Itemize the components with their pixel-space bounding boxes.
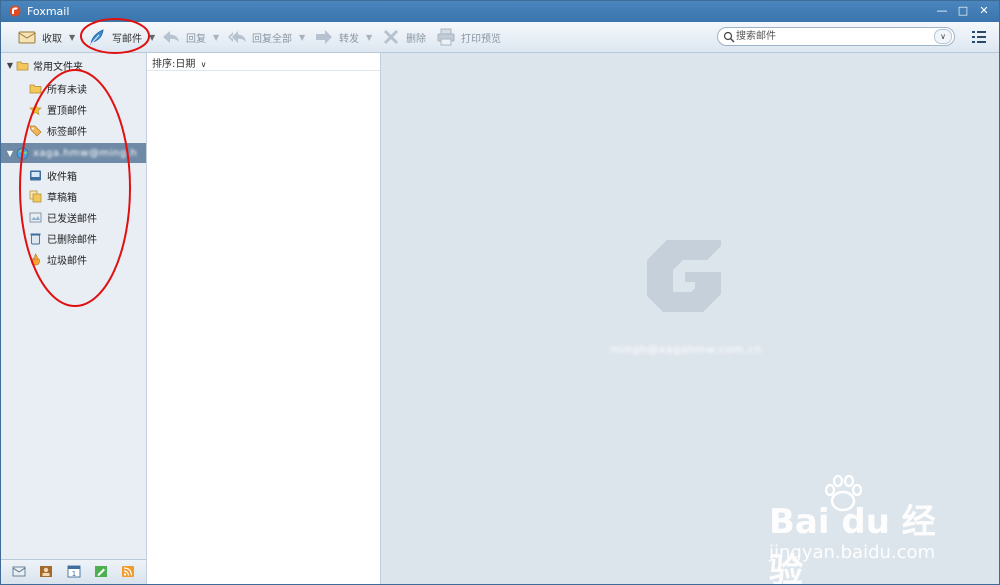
sidebar-item-all-unread[interactable]: 所有未读 [29, 78, 87, 98]
reply-label: 回复 [186, 33, 206, 45]
envelope-icon [18, 31, 36, 44]
foxmail-g-logo-icon [647, 240, 721, 312]
chevron-down-icon[interactable]: ▼ [366, 33, 372, 42]
delete-x-icon [383, 29, 399, 45]
foxmail-logo-icon [9, 5, 21, 17]
drafts-icon [29, 190, 42, 202]
calendar-icon[interactable]: 1 [67, 565, 81, 578]
watermark-brand: Bai du 经验 [769, 502, 936, 585]
delete-button[interactable]: 删除 [381, 25, 426, 49]
mail-view-icon[interactable] [12, 565, 26, 578]
baidu-jingyan-watermark: Bai du 经验 jingyan.baidu.com [769, 474, 969, 584]
minimize-button[interactable]: — [933, 4, 951, 18]
expand-triangle-icon[interactable]: ▼ [4, 149, 16, 158]
rss-feed-icon[interactable] [121, 565, 135, 578]
search-icon [723, 31, 735, 43]
forward-button[interactable]: 转发 ▼ [314, 25, 372, 49]
search-options-chevron-icon[interactable]: ∨ [934, 29, 952, 44]
sidebar-bottom-bar: 1 [1, 559, 146, 584]
close-button[interactable]: ✕ [975, 4, 993, 18]
sidebar-item-spam[interactable]: 垃圾邮件 [29, 249, 87, 269]
account-group[interactable]: ▼ xaga.hmw@ming.h [1, 143, 146, 163]
forward-arrow-icon [316, 30, 332, 44]
expand-triangle-icon[interactable]: ▼ [4, 61, 16, 70]
account-email: mingh@xagahmw.com.cn [610, 343, 762, 356]
reply-arrow-icon [163, 31, 179, 43]
sort-by-date-dropdown[interactable]: 排序:日期 ∨ [152, 55, 206, 70]
preview-pane: mingh@xagahmw.com.cn Bai du 经验 jingyan.b… [381, 53, 999, 584]
sidebar-item-tagged[interactable]: 标签邮件 [29, 120, 87, 140]
foxmail-window: Foxmail — □ ✕ 收取 ▼ 写邮件 ▼ 回复 ▼ 回复全部 ▼ 转发 … [0, 0, 1000, 585]
print-preview-label: 打印预览 [461, 33, 501, 45]
star-icon [29, 102, 42, 115]
tag-icon [29, 125, 42, 136]
sidebar-item-label: 置顶邮件 [47, 105, 87, 117]
chevron-down-icon[interactable]: ▼ [69, 33, 75, 42]
sidebar-item-pinned[interactable]: 置顶邮件 [29, 99, 87, 119]
common-folders-label: 常用文件夹 [33, 61, 83, 73]
sidebar-item-label: 收件箱 [47, 171, 77, 183]
sort-label: 排序:日期 [152, 59, 196, 70]
reply-all-label: 回复全部 [252, 33, 292, 45]
reply-all-icon [228, 31, 246, 43]
window-title: Foxmail [27, 5, 70, 18]
sent-mail-icon [29, 212, 42, 222]
trash-icon [30, 233, 41, 244]
chevron-down-icon[interactable]: ▼ [149, 33, 155, 42]
search-box[interactable]: ∨ [717, 27, 955, 46]
folder-icon [29, 84, 42, 93]
receive-label: 收取 [42, 33, 62, 45]
folder-icon [16, 61, 29, 70]
sidebar-item-sent[interactable]: 已发送邮件 [29, 207, 97, 227]
delete-label: 删除 [406, 33, 426, 45]
inbox-icon [30, 170, 41, 180]
sidebar-item-drafts[interactable]: 草稿箱 [29, 186, 77, 206]
maximize-button[interactable]: □ [954, 4, 972, 18]
title-bar: Foxmail — □ ✕ [1, 1, 999, 22]
reply-button[interactable]: 回复 ▼ [161, 25, 219, 49]
sidebar-item-label: 草稿箱 [47, 192, 77, 204]
chevron-down-icon: ∨ [200, 60, 207, 69]
list-menu-icon[interactable] [971, 29, 987, 45]
sidebar-item-label: 所有未读 [47, 84, 87, 96]
common-folders-group[interactable]: ▼ 常用文件夹 [1, 55, 146, 75]
sidebar-item-inbox[interactable]: 收件箱 [29, 165, 77, 185]
main-toolbar: 收取 ▼ 写邮件 ▼ 回复 ▼ 回复全部 ▼ 转发 ▼ 删除 打印预览 搜索邮件… [1, 22, 999, 53]
folder-sidebar: ▼ 常用文件夹 所有未读 置顶邮件 标签邮件 ▼ xaga.hmw@ming.h… [1, 53, 147, 584]
mail-list-pane: 排序:日期 ∨ [147, 53, 381, 584]
printer-icon [437, 28, 455, 46]
sidebar-item-label: 已删除邮件 [47, 234, 97, 246]
watermark-url: jingyan.baidu.com [769, 542, 936, 563]
sidebar-item-deleted[interactable]: 已删除邮件 [29, 228, 97, 248]
account-name: xaga.hmw@ming.h [33, 147, 138, 159]
feather-icon [90, 29, 104, 46]
forward-label: 转发 [339, 33, 359, 45]
account-globe-icon [16, 147, 29, 159]
print-preview-button[interactable]: 打印预览 [436, 25, 501, 49]
chevron-down-icon[interactable]: ▼ [299, 33, 305, 42]
contacts-icon[interactable] [39, 565, 53, 578]
chevron-down-icon[interactable]: ▼ [213, 33, 219, 42]
spam-flame-icon [31, 252, 40, 265]
sort-bar[interactable]: 排序:日期 ∨ [147, 53, 380, 71]
compose-label: 写邮件 [112, 33, 142, 45]
sidebar-item-label: 已发送邮件 [47, 213, 97, 225]
notes-icon[interactable] [94, 565, 108, 578]
sidebar-item-label: 垃圾邮件 [47, 255, 87, 267]
reply-all-button[interactable]: 回复全部 ▼ [227, 25, 305, 49]
search-input[interactable] [736, 29, 926, 44]
receive-button[interactable]: 收取 ▼ [17, 25, 75, 49]
sidebar-item-label: 标签邮件 [47, 126, 87, 138]
compose-button[interactable]: 写邮件 ▼ [87, 25, 155, 49]
svg-text:1: 1 [72, 570, 76, 578]
